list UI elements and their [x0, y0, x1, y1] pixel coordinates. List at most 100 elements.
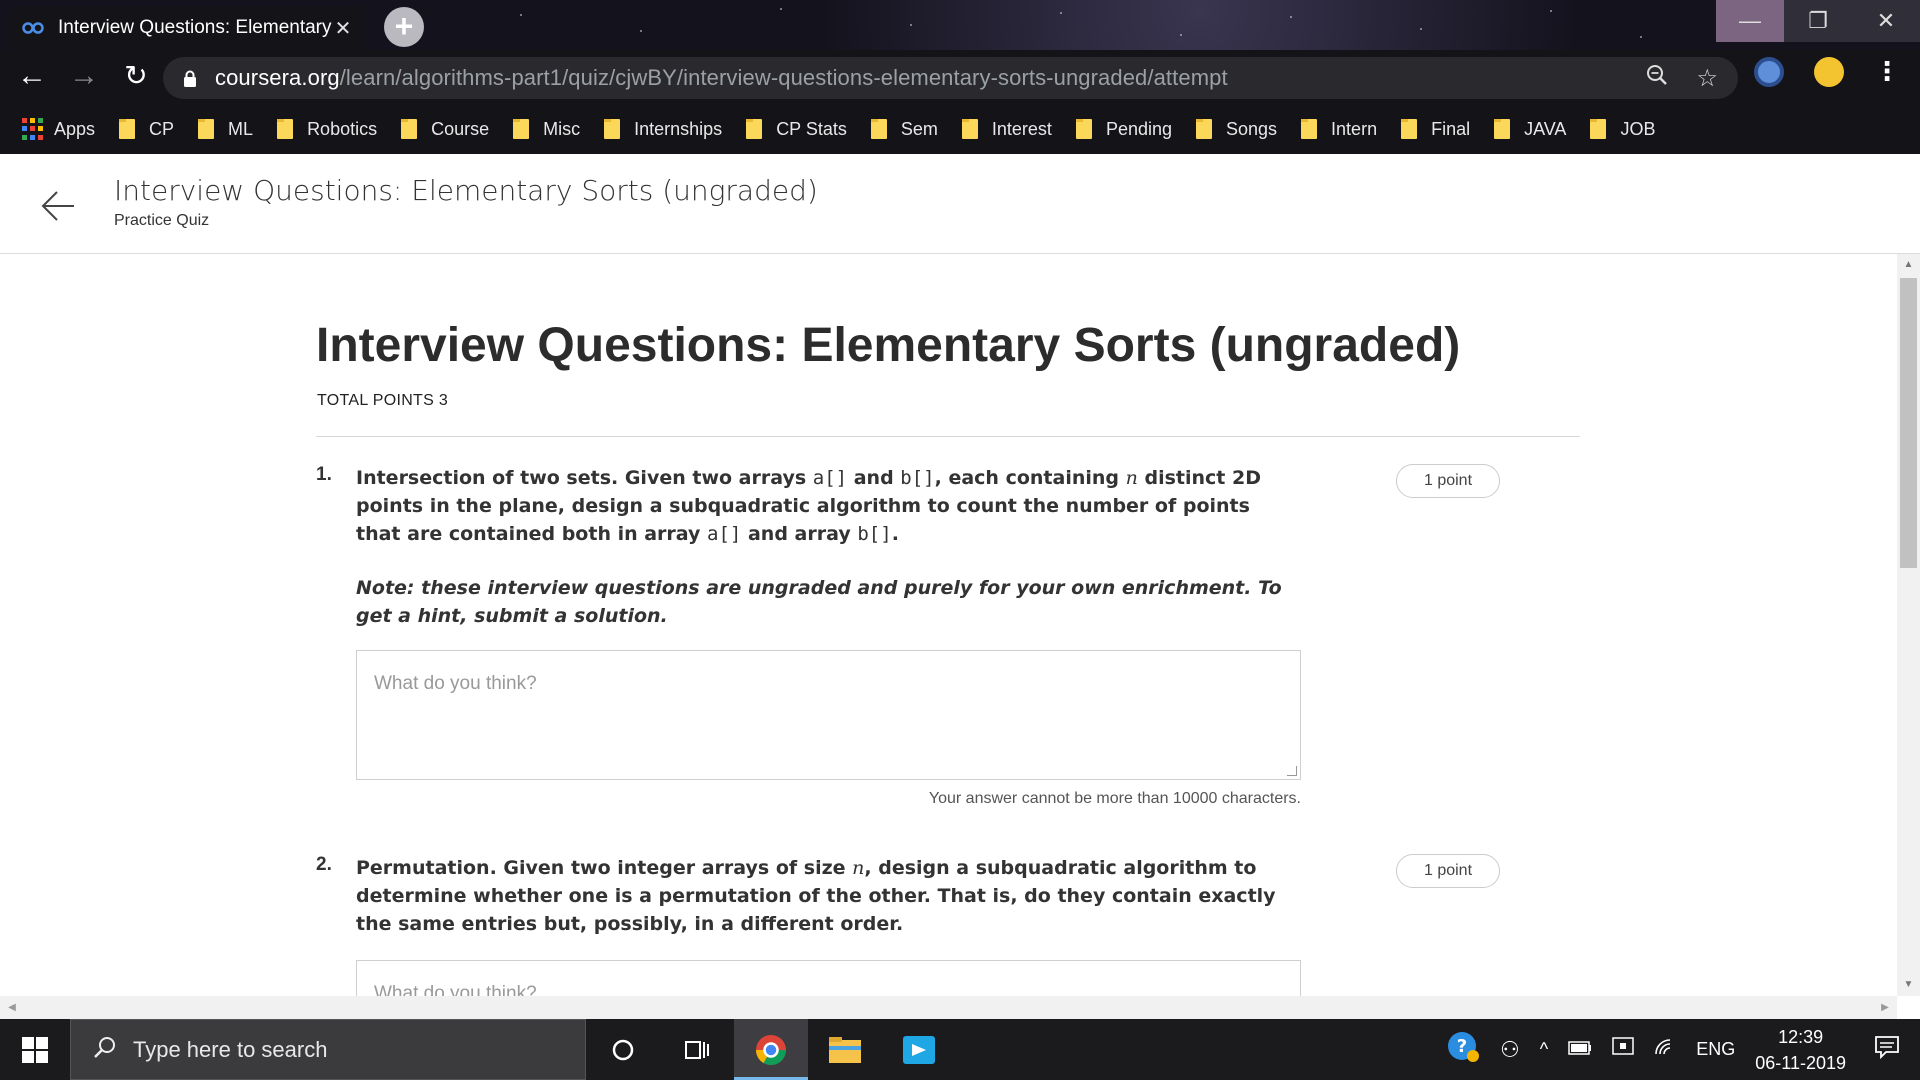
vertical-scrollbar[interactable]: ▲ ▼: [1897, 254, 1920, 996]
answer-textarea[interactable]: What do you think?: [356, 650, 1301, 780]
search-icon: [93, 1035, 117, 1065]
question-text-part: Intersection of two sets. Given two arra…: [356, 467, 813, 489]
background-star: [1550, 10, 1552, 12]
bookmark-folder[interactable]: Intern: [1301, 119, 1377, 140]
language-indicator[interactable]: ENG: [1696, 1039, 1735, 1060]
folder-icon: [1494, 119, 1511, 139]
answer-textarea[interactable]: What do you think?: [356, 960, 1301, 996]
quiz-content: Interview Questions: Elementary Sorts (u…: [0, 254, 1900, 996]
bookmark-folder[interactable]: Sem: [870, 119, 938, 140]
bookmark-label: Pending: [1105, 118, 1172, 139]
horizontal-scrollbar[interactable]: ◀ ▶: [0, 996, 1897, 1019]
answer-placeholder: What do you think?: [374, 983, 537, 996]
question-number: 1.: [316, 464, 332, 485]
opera-extension-icon[interactable]: [1754, 56, 1784, 87]
folder-icon: [198, 119, 215, 139]
bookmark-label: Interest: [991, 118, 1052, 139]
question-number: 2.: [316, 854, 332, 875]
bookmark-apps[interactable]: Apps: [22, 118, 95, 140]
wifi-icon[interactable]: [1654, 1038, 1676, 1061]
zoom-icon[interactable]: [1646, 64, 1668, 93]
tray-chevron-icon[interactable]: ^: [1540, 1039, 1548, 1060]
bookmark-folder[interactable]: Interest: [961, 118, 1052, 140]
back-arrow-icon[interactable]: [40, 188, 76, 224]
window-controls: — ❐ ✕: [1716, 0, 1920, 42]
cortana-icon[interactable]: [586, 1019, 660, 1080]
bookmark-folder[interactable]: Final: [1401, 119, 1470, 140]
reload-icon[interactable]: ↻: [116, 57, 156, 97]
background-star: [1640, 36, 1642, 38]
task-view-icon[interactable]: [660, 1019, 734, 1080]
search-placeholder: Type here to search: [133, 1036, 328, 1062]
question-text-part: Permutation. Given two integer arrays of…: [356, 857, 853, 879]
bookmark-folder[interactable]: Misc: [513, 119, 580, 140]
browser-tab-strip: Interview Questions: Elementary ✕ + — ❐ …: [0, 0, 1920, 50]
bookmark-folder[interactable]: Robotics: [277, 119, 377, 140]
bookmark-folder[interactable]: CP: [119, 119, 174, 140]
question-note: Note: these interview questions are ungr…: [356, 577, 1282, 627]
folder-icon: [746, 119, 763, 139]
address-bar[interactable]: coursera.org/learn/algorithms-part1/quiz…: [163, 57, 1738, 99]
bookmarks-bar: Apps CP ML Robotics Course Misc Internsh…: [0, 104, 1920, 154]
background-star: [520, 14, 522, 16]
folder-icon: [870, 119, 887, 139]
folder-icon: [961, 119, 978, 139]
question-text-part: and array: [741, 523, 858, 545]
browser-tab-active[interactable]: Interview Questions: Elementary ✕: [10, 6, 366, 50]
notification-icon[interactable]: [1874, 1035, 1900, 1064]
battery-icon[interactable]: [1568, 1039, 1592, 1060]
tab-close-icon[interactable]: ✕: [332, 16, 354, 41]
question-text-part: .: [891, 523, 899, 545]
background-star: [1420, 28, 1422, 30]
scroll-left-icon[interactable]: ◀: [2, 996, 22, 1019]
minimize-icon[interactable]: —: [1716, 0, 1784, 42]
chrome-taskbar-icon[interactable]: [734, 1019, 808, 1080]
profile-avatar-icon[interactable]: [1814, 56, 1844, 87]
bookmark-folder[interactable]: CP Stats: [746, 119, 847, 140]
file-explorer-icon[interactable]: [808, 1019, 882, 1080]
bookmark-folder[interactable]: Pending: [1075, 118, 1172, 140]
folder-icon: [1075, 119, 1092, 139]
bookmark-star-icon[interactable]: ☆: [1696, 64, 1718, 93]
help-icon[interactable]: ?: [1446, 1030, 1480, 1069]
bookmark-folder[interactable]: Course: [401, 119, 489, 140]
restore-icon[interactable]: ❐: [1784, 0, 1852, 42]
window-close-icon[interactable]: ✕: [1852, 0, 1920, 42]
code-snippet: a[]: [707, 523, 742, 545]
total-points: TOTAL POINTS 3: [317, 392, 449, 409]
windows-start-icon[interactable]: [0, 1019, 70, 1080]
bookmark-folder[interactable]: Internships: [604, 119, 722, 140]
taskbar-search-box[interactable]: Type here to search: [70, 1019, 586, 1080]
system-tray: ? ⚇ ^ ENG 12:39 06-11-2019: [1436, 1019, 1920, 1080]
browser-toolbar: ← → ↻ coursera.org/learn/algorithms-part…: [0, 50, 1920, 104]
question-text: Intersection of two sets. Given two arra…: [356, 464, 1286, 548]
forward-icon[interactable]: →: [64, 57, 104, 97]
network-status-icon[interactable]: [1612, 1037, 1634, 1062]
bookmark-folder[interactable]: ML: [198, 119, 253, 140]
app-taskbar-icon[interactable]: [882, 1019, 956, 1080]
bookmark-folder[interactable]: Songs: [1196, 119, 1277, 140]
resize-handle-icon[interactable]: [1287, 766, 1297, 776]
bookmark-label: Course: [431, 118, 490, 139]
lock-icon: [183, 70, 197, 87]
scroll-right-icon[interactable]: ▶: [1875, 996, 1895, 1019]
clock-date: 06-11-2019: [1755, 1052, 1846, 1073]
bookmark-label: Intern: [1331, 118, 1378, 139]
question-text-part: , each containing: [934, 467, 1126, 489]
scrollbar-thumb[interactable]: [1900, 278, 1917, 568]
menu-kebab-icon[interactable]: ⋮: [1874, 56, 1900, 87]
background-star: [780, 8, 782, 10]
bookmark-label: JAVA: [1524, 118, 1567, 139]
url-host: coursera.org: [215, 65, 340, 90]
scroll-down-icon[interactable]: ▼: [1897, 976, 1920, 994]
bookmark-folder[interactable]: JAVA: [1494, 119, 1566, 140]
clock[interactable]: 12:39 06-11-2019: [1755, 1024, 1846, 1076]
folder-icon: [1301, 119, 1318, 139]
bookmark-folder[interactable]: JOB: [1590, 119, 1655, 140]
scroll-up-icon[interactable]: ▲: [1897, 256, 1920, 274]
people-icon[interactable]: ⚇: [1500, 1037, 1520, 1063]
bookmark-label: Apps: [54, 118, 96, 139]
new-tab-button[interactable]: +: [384, 7, 424, 47]
folder-icon: [513, 119, 530, 139]
back-icon[interactable]: ←: [12, 57, 52, 97]
